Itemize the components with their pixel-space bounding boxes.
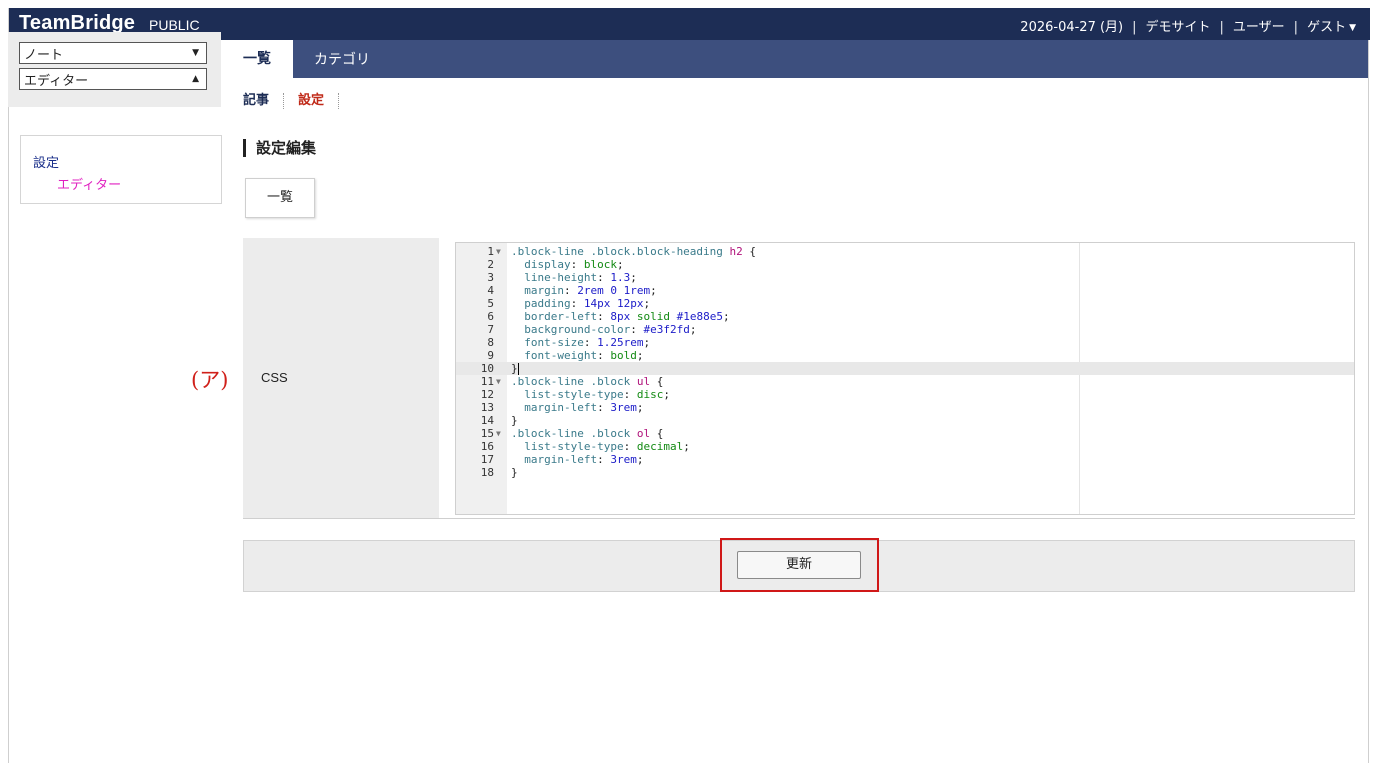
code-text: .block-line .block.block-heading h2 { (511, 245, 757, 258)
line-number: 14 (480, 414, 494, 427)
code-text: padding: 14px 12px; (524, 297, 651, 310)
fold-arrow-icon[interactable]: ▼ (496, 245, 501, 258)
page-title: 設定編集 (243, 139, 316, 157)
user-menu-link[interactable]: ユーザー (1233, 16, 1285, 35)
line-number: 1 (487, 245, 494, 258)
site-link[interactable]: デモサイト (1146, 16, 1211, 35)
css-field-label: CSS (261, 370, 288, 385)
code-line[interactable]: 18} (456, 466, 1354, 479)
divider (338, 92, 340, 109)
code-line[interactable]: 8 font-size: 1.25rem; (456, 336, 1354, 349)
tree-item-editor[interactable]: エディター (57, 174, 121, 193)
code-text: margin: 2rem 0 1rem; (524, 284, 657, 297)
tree-item-settings[interactable]: 設定 (33, 152, 59, 171)
code-text: margin-left: 3rem; (524, 401, 644, 414)
list-button[interactable]: 一覧 (245, 178, 315, 218)
fold-arrow-icon[interactable]: ▼ (496, 427, 501, 440)
code-line[interactable]: 17 margin-left: 3rem; (456, 453, 1354, 466)
line-number: 10 (480, 362, 494, 375)
code-text: } (511, 414, 518, 427)
separator: | (1293, 20, 1299, 35)
code-line[interactable]: 16 list-style-type: decimal; (456, 440, 1354, 453)
code-text: margin-left: 3rem; (524, 453, 644, 466)
note-select[interactable]: ノート ▼ (19, 42, 207, 64)
code-text: .block-line .block ul { (511, 375, 664, 388)
tab-list[interactable]: 一覧 (221, 40, 293, 78)
line-number: 2 (487, 258, 494, 271)
line-number: 13 (480, 401, 494, 414)
editor-select[interactable]: エディター ▲ (19, 68, 207, 90)
code-line[interactable]: 11 ▼ .block-line .block ul { (456, 375, 1354, 388)
note-select-value: ノート (24, 48, 64, 63)
text-cursor (517, 363, 519, 375)
line-number: 15 (480, 427, 494, 440)
brand-subtitle: PUBLIC (149, 17, 200, 33)
sub-navigation: 記事 設定 (243, 89, 353, 109)
line-number: 5 (487, 297, 494, 310)
subnav-settings[interactable]: 設定 (298, 93, 324, 108)
code-line[interactable]: 9 font-weight: bold; (456, 349, 1354, 362)
chevron-up-icon: ▲ (192, 74, 199, 84)
separator: | (1132, 20, 1137, 35)
line-number: 11 (480, 375, 494, 388)
guest-label: ゲスト (1307, 20, 1347, 35)
separator: | (1219, 20, 1224, 35)
subnav-articles[interactable]: 記事 (243, 93, 269, 108)
left-selector-area: ノート ▼ エディター ▲ (8, 32, 221, 107)
editor-select-value: エディター (24, 74, 89, 89)
code-line[interactable]: 3 line-height: 1.3; (456, 271, 1354, 284)
code-text: .block-line .block ol { (511, 427, 664, 440)
code-line[interactable]: 4 margin: 2rem 0 1rem; (456, 284, 1354, 297)
code-line[interactable]: 13 margin-left: 3rem; (456, 401, 1354, 414)
line-number: 16 (480, 440, 494, 453)
code-lines: 1 ▼ .block-line .block.block-heading h2 {2… (456, 245, 1354, 479)
annotation-marker: (ア) (191, 368, 229, 392)
code-line[interactable]: 2 display: block; (456, 258, 1354, 271)
fold-arrow-icon[interactable]: ▼ (496, 375, 501, 388)
settings-tree: 設定 エディター (20, 135, 222, 204)
code-line[interactable]: 15 ▼ .block-line .block ol { (456, 427, 1354, 440)
code-text: display: block; (524, 258, 624, 271)
tab-category[interactable]: カテゴリ (314, 49, 370, 69)
code-text: } (511, 362, 519, 375)
code-text: list-style-type: decimal; (524, 440, 690, 453)
line-number: 18 (480, 466, 494, 479)
main-tab-bar: 一覧 カテゴリ (221, 40, 1368, 78)
code-line[interactable]: 6 border-left: 8px solid #1e88e5; (456, 310, 1354, 323)
code-text: list-style-type: disc; (524, 388, 670, 401)
code-text: } (511, 466, 518, 479)
chevron-down-icon: ▼ (192, 48, 199, 58)
code-text: border-left: 8px solid #1e88e5; (524, 310, 730, 323)
line-number: 17 (480, 453, 494, 466)
line-number: 9 (487, 349, 494, 362)
code-line[interactable]: 14} (456, 414, 1354, 427)
current-date: 2026-04-27 (月) (1020, 20, 1124, 35)
code-line[interactable]: 5 padding: 14px 12px; (456, 297, 1354, 310)
line-number: 3 (487, 271, 494, 284)
code-line[interactable]: 12 list-style-type: disc; (456, 388, 1354, 401)
header-menu: 2026-04-27 (月) | デモサイト | ユーザー | ゲスト ▼ (1020, 16, 1356, 35)
caret-down-icon: ▼ (1349, 23, 1356, 33)
line-number: 12 (480, 388, 494, 401)
code-text: font-size: 1.25rem; (524, 336, 651, 349)
guest-menu[interactable]: ゲスト ▼ (1307, 16, 1356, 35)
code-text: line-height: 1.3; (524, 271, 637, 284)
code-text: font-weight: bold; (524, 349, 644, 362)
css-code-editor[interactable]: 1 ▼ .block-line .block.block-heading h2 {2… (455, 242, 1355, 515)
line-number: 4 (487, 284, 494, 297)
line-number: 7 (487, 323, 494, 336)
line-number: 6 (487, 310, 494, 323)
highlight-box (720, 538, 879, 592)
code-line[interactable]: 10} (456, 362, 1354, 375)
code-line[interactable]: 7 background-color: #e3f2fd; (456, 323, 1354, 336)
line-number: 8 (487, 336, 494, 349)
code-line[interactable]: 1 ▼ .block-line .block.block-heading h2 { (456, 245, 1354, 258)
code-text: background-color: #e3f2fd; (524, 323, 697, 336)
divider (283, 92, 285, 109)
